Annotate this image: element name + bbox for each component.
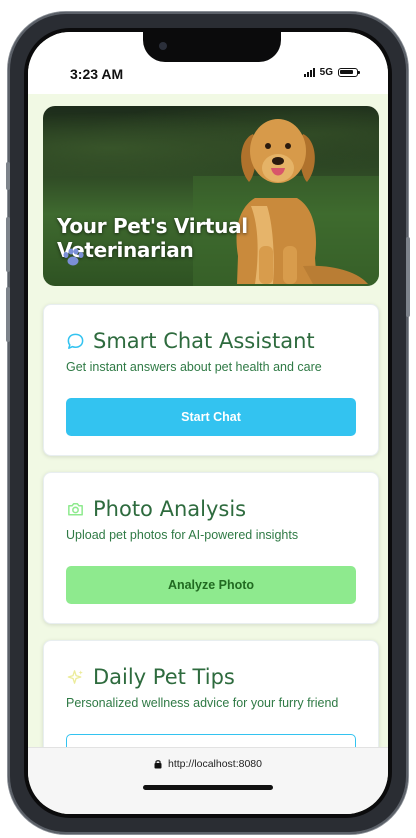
camera-icon [68, 502, 83, 515]
phone-screen: 3:23 AM 5G Your Pet's Virtual Veterinari… [28, 32, 388, 814]
main-content[interactable]: Your Pet's Virtual Veterinarian Smart Ch… [28, 94, 388, 779]
card-description: Upload pet photos for AI-powered insight… [66, 528, 299, 542]
sparkle-icon [67, 669, 83, 684]
card-title-row: Daily Pet Tips [66, 665, 235, 689]
card-photo-analysis: Photo Analysis Upload pet photos for AI-… [43, 472, 379, 624]
notch [143, 32, 281, 62]
volume-up-button [6, 217, 10, 272]
card-title: Smart Chat Assistant [93, 329, 315, 353]
network-type: 5G [319, 67, 333, 78]
battery-icon [338, 68, 360, 77]
analyze-photo-button[interactable]: Analyze Photo [66, 566, 356, 604]
volume-down-button [6, 287, 10, 342]
chat-bubble-icon [67, 333, 84, 349]
phone-frame: 3:23 AM 5G Your Pet's Virtual Veterinari… [6, 12, 410, 834]
hero-banner: Your Pet's Virtual Veterinarian [43, 106, 379, 286]
lock-icon [154, 760, 162, 769]
hero-title: Your Pet's Virtual Veterinarian [57, 214, 248, 262]
card-title: Photo Analysis [93, 497, 247, 521]
paw-icon [63, 248, 84, 266]
status-indicators: 5G [303, 67, 360, 78]
card-title-row: Photo Analysis [66, 497, 246, 521]
power-button [406, 237, 410, 317]
home-indicator[interactable] [143, 785, 273, 790]
card-title: Daily Pet Tips [93, 665, 235, 689]
status-bar: 3:23 AM 5G [28, 32, 388, 94]
card-description: Get instant answers about pet health and… [66, 360, 322, 374]
status-time: 3:23 AM [70, 66, 124, 82]
browser-url-bar[interactable]: http://localhost:8080 [28, 747, 388, 814]
phone-bezel: 3:23 AM 5G Your Pet's Virtual Veterinari… [24, 28, 392, 818]
url-text: http://localhost:8080 [168, 758, 262, 770]
front-camera [159, 42, 167, 50]
card-title-row: Smart Chat Assistant [66, 329, 315, 353]
mute-switch [6, 162, 10, 190]
card-description: Personalized wellness advice for your fu… [66, 696, 339, 710]
card-smart-chat: Smart Chat Assistant Get instant answers… [43, 304, 379, 456]
signal-icon [303, 68, 315, 77]
start-chat-button[interactable]: Start Chat [66, 398, 356, 436]
url-display[interactable]: http://localhost:8080 [28, 758, 388, 770]
